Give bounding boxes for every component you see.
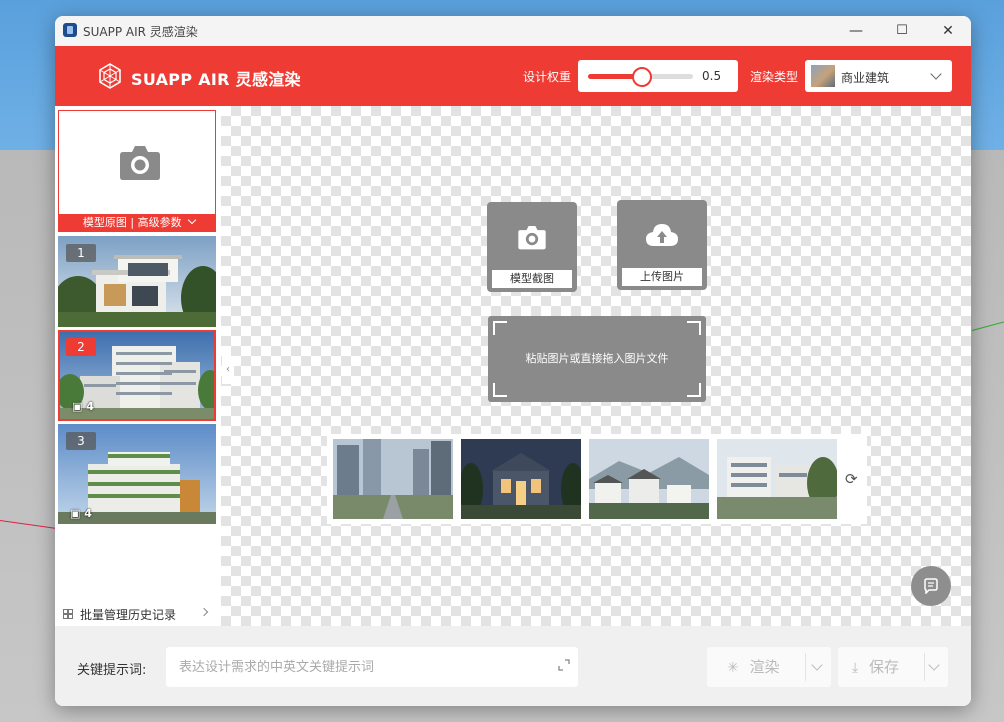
model-capture-button[interactable]: 模型截图 [487, 202, 577, 292]
feedback-button[interactable] [911, 566, 951, 606]
divider [805, 653, 806, 681]
batch-manage-label: 批量管理历史记录 [80, 608, 177, 622]
minimize-button[interactable]: — [833, 16, 879, 46]
save-button-group: ⤓ 保存 [838, 647, 948, 687]
sample-image[interactable] [589, 439, 709, 519]
keyword-input[interactable] [166, 647, 578, 687]
history-number: 1 [66, 244, 96, 262]
keyword-label: 关键提示词: [77, 663, 147, 678]
chevron-down-icon[interactable] [811, 659, 823, 671]
close-button[interactable]: ✕ [925, 16, 971, 46]
model-original-card[interactable]: 模型原图 | 高级参数 [58, 110, 216, 232]
render-button-group: ✳ 渲染 [707, 647, 831, 687]
footer-bar: 关键提示词: ✳ 渲染 ⤓ 保存 [55, 626, 971, 706]
chevron-down-icon [187, 215, 197, 225]
chat-icon [924, 578, 938, 594]
render-type-label: 渲染类型 [750, 70, 799, 84]
title-bar: SUAPP AIR 灵感渲染 — ☐ ✕ [55, 16, 971, 46]
weight-slider-thumb[interactable] [631, 67, 652, 87]
history-number: 3 [66, 432, 96, 450]
image-count-value: 4 [84, 507, 92, 520]
divider [924, 653, 925, 681]
render-type-value: 商业建筑 [841, 71, 890, 85]
chevron-down-icon[interactable] [928, 659, 940, 671]
drop-zone-text: 粘贴图片或直接拖入图片文件 [525, 352, 669, 365]
brand-title: SUAPP AIR 灵感渲染 [131, 70, 301, 89]
sample-image-street [333, 439, 453, 519]
expand-icon[interactable] [558, 659, 570, 671]
maximize-button[interactable]: ☐ [879, 16, 925, 46]
render-canvas: 模型截图 上传图片 粘贴图片或直接拖入图片文件 ⟳ [221, 106, 971, 626]
header-bar: SUAPP AIR 灵感渲染 设计权重 0.5 渲染类型 商业建筑 [55, 46, 971, 106]
window-title: SUAPP AIR 灵感渲染 [83, 25, 198, 39]
render-type-thumbnail [811, 65, 835, 87]
sparkle-icon: ✳ [727, 660, 739, 676]
drop-corner [687, 383, 701, 397]
chevron-right-icon [199, 607, 209, 617]
download-icon: ⤓ [852, 660, 859, 676]
chevron-down-icon [930, 68, 942, 80]
weight-slider-box: 0.5 [578, 60, 738, 92]
paste-drop-zone[interactable]: 粘贴图片或直接拖入图片文件 [488, 316, 706, 402]
image-icon: ▣ [72, 400, 83, 413]
sidebar-collapse-toggle[interactable]: ‹ [222, 356, 234, 384]
sample-image[interactable] [717, 439, 837, 519]
drop-corner [493, 383, 507, 397]
app-icon [63, 23, 77, 37]
model-original-label: 模型原图 | 高级参数 [82, 216, 182, 229]
camera-icon [120, 146, 160, 180]
refresh-icon[interactable]: ⟳ [845, 470, 858, 488]
upload-image-button[interactable]: 上传图片 [617, 200, 707, 290]
desktop-axis-line [972, 319, 1004, 331]
camera-icon [518, 226, 546, 250]
image-icon: ▣ [70, 507, 81, 520]
drop-corner [493, 321, 507, 335]
batch-manage-link[interactable]: 批量管理历史记录 [55, 600, 221, 626]
image-count-value: 4 [86, 400, 94, 413]
brand-logo-icon [99, 63, 121, 89]
weight-label: 设计权重 [523, 70, 572, 84]
render-type-select[interactable]: 商业建筑 [805, 60, 952, 92]
image-count: ▣ 4 [72, 400, 94, 413]
model-capture-label: 模型截图 [492, 270, 572, 288]
render-button[interactable]: ✳ 渲染 [707, 647, 803, 687]
sample-image[interactable] [461, 439, 581, 519]
history-item[interactable]: 1 [58, 236, 216, 327]
sample-image-village [589, 439, 709, 519]
weight-value: 0.5 [702, 69, 722, 83]
drop-corner [687, 321, 701, 335]
history-number: 2 [66, 338, 96, 356]
cloud-upload-icon [646, 224, 678, 246]
app-window: SUAPP AIR 灵感渲染 — ☐ ✕ SUAPP AIR 灵感渲染 设计权重… [55, 16, 971, 706]
save-label: 保存 [868, 658, 899, 676]
history-item[interactable]: 2 ▣ 4 [58, 330, 216, 421]
advanced-params-toggle[interactable]: 模型原图 | 高级参数 [59, 214, 215, 231]
desktop-axis-line [0, 520, 60, 530]
render-label: 渲染 [749, 658, 780, 676]
sample-image-house [461, 439, 581, 519]
upload-image-label: 上传图片 [622, 268, 702, 286]
sample-image[interactable] [333, 439, 453, 519]
save-button[interactable]: ⤓ 保存 [838, 647, 922, 687]
image-count: ▣ 4 [70, 507, 92, 520]
sample-images-strip: ⟳ [327, 434, 867, 524]
history-sidebar: 模型原图 | 高级参数 1 2 ▣ 4 3 ▣ 4 批量管理历史记录 [55, 106, 221, 626]
grid-icon [63, 609, 73, 619]
sample-image-campus [717, 439, 837, 519]
history-item[interactable]: 3 ▣ 4 [58, 424, 216, 524]
